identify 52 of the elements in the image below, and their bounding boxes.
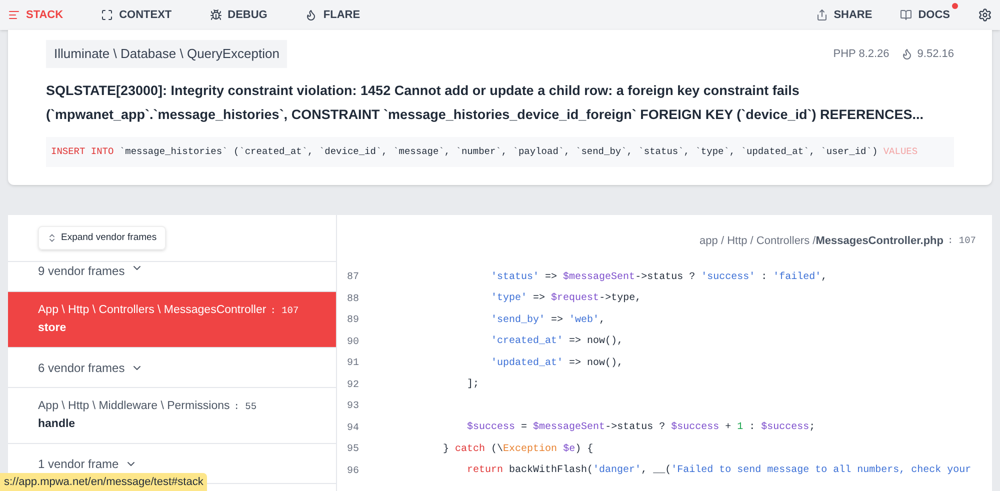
stack-frame[interactable]: App \ Http \ Controllers \ MessagesController : 107 store	[8, 292, 336, 348]
frame-method: store	[38, 320, 68, 336]
expand-vendor-frames-button[interactable]: Expand vendor frames	[38, 226, 166, 250]
frame-class: App \ Http \ Controllers \ MessagesController	[38, 303, 266, 318]
code-line: 'type' => $request->type,	[490, 292, 642, 306]
code-line: 'updated_at' => now(),	[490, 356, 624, 371]
line-number: 96	[346, 464, 360, 479]
nav-tab[interactable]: FLARE	[305, 6, 360, 24]
framework-version: 9.52.16	[917, 46, 954, 62]
exception-class: Illuminate \ Database \ QueryException	[46, 40, 288, 68]
sql-query: INSERT INTO `message_histories` (`created_at`, `device_id`, `message`, `number`, `payload`, `send_by`, `status`, `type`, `updated_at`, `user_id`) VALUES	[51, 144, 919, 158]
code-line: $success = $messageSent->status ? $success + 1 : $success;	[466, 421, 816, 436]
line-number: 95	[346, 443, 360, 458]
share-icon	[816, 9, 828, 21]
line-number: 87	[346, 271, 360, 286]
frame-line: : 107	[270, 304, 299, 318]
line-number: 91	[346, 357, 360, 372]
vendor-frames-toggle[interactable]: 6 vendor frames	[8, 348, 336, 388]
framework-icon	[901, 48, 914, 60]
frame-class: App \ Http \ Middleware \ Permissions	[38, 399, 230, 414]
code-line: ];	[466, 378, 480, 392]
chevrons-icon	[47, 233, 57, 243]
code-line: } catch (\Exception $e) {	[442, 442, 594, 457]
nav-tab[interactable]: CONTEXT	[101, 6, 172, 24]
frame-method: handle	[38, 416, 76, 432]
code-line: 'send_by' => 'web',	[490, 314, 606, 328]
php-version: PHP 8.2.26	[833, 46, 890, 62]
exception-message: SQLSTATE[23000]: Integrity constraint violation: 1452 Cannot add or update a child row: a foreign key constraint fails (`mpwanet_app`.`message_histories`, CONSTRAINT `message_histories_device_id_foreign` FOREIGN KEY (`device_id`) REFERENCES...	[46, 82, 924, 124]
file-path: app / Http / Controllers /	[700, 234, 816, 249]
file-line: : 107	[947, 234, 976, 248]
line-number: 93	[346, 400, 360, 414]
line-number: 90	[346, 336, 360, 350]
stack-icon	[8, 9, 20, 21]
line-number: 94	[346, 422, 360, 436]
line-number: 89	[346, 314, 360, 328]
flame-icon	[305, 9, 318, 21]
file-name: MessagesController.php	[816, 234, 944, 249]
book-icon	[900, 9, 912, 21]
line-number: 92	[346, 378, 360, 393]
code-line: 'status' => $messageSent->status ? 'success' : 'failed',	[490, 270, 828, 285]
stack-frame[interactable]: App \ Http \ Middleware \ Permissions : 55 handle	[8, 388, 336, 444]
frame-line: : 55	[234, 400, 257, 414]
code-line: 'created_at' => now(),	[490, 335, 624, 350]
nav-button[interactable]: SHARE	[816, 6, 872, 24]
status-url-tooltip: s://app.mpwa.net/en/message/test#stack	[0, 472, 208, 491]
line-number: 88	[346, 292, 360, 307]
bug-icon	[210, 9, 222, 21]
code-line: return backWithFlash('danger', __('Failed to send message to all numbers, check your	[466, 464, 972, 478]
expand-icon	[101, 9, 114, 21]
settings-icon[interactable]	[978, 8, 992, 22]
nav-tab[interactable]: DEBUG	[210, 6, 268, 24]
nav-button[interactable]: DOCS	[900, 6, 950, 24]
